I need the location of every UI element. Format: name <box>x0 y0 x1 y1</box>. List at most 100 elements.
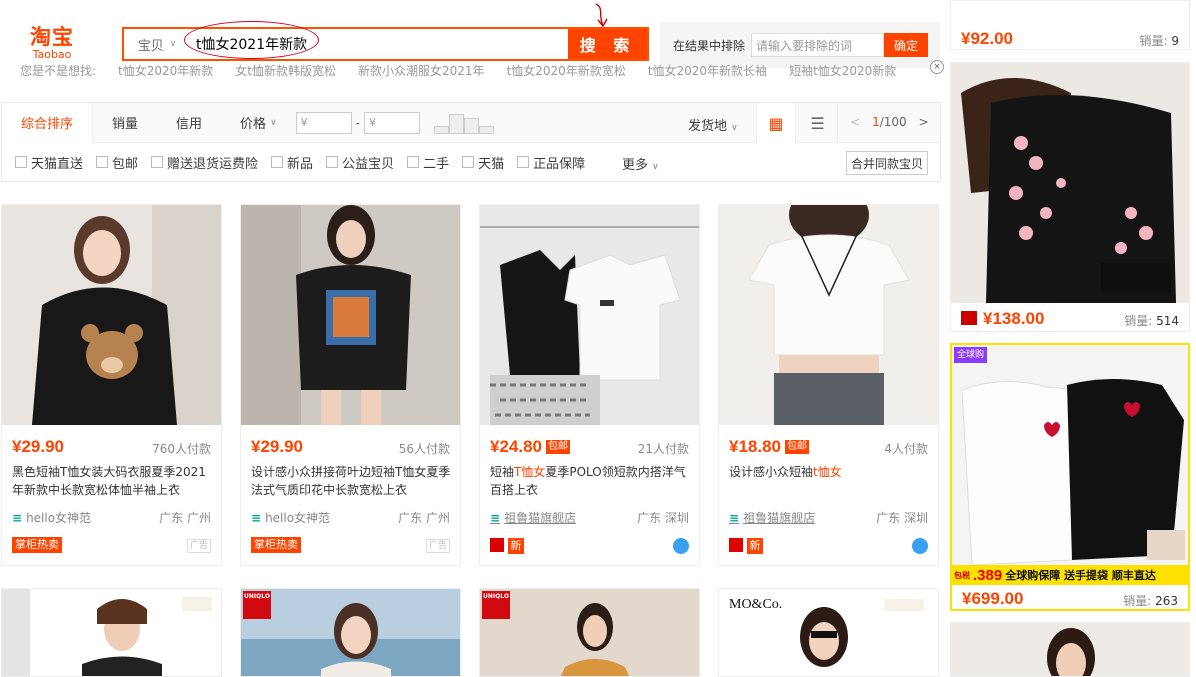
close-icon[interactable]: × <box>930 60 944 74</box>
suggestion-link[interactable]: t恤女2020年新款宽松 <box>507 65 626 78</box>
exclude-confirm-button[interactable]: 确定 <box>884 33 929 57</box>
sidebar-product[interactable]: ¥92.00 销量: 9 <box>950 0 1190 50</box>
shop-link[interactable]: ≡ 祖鲁猫旗舰店 <box>490 509 576 526</box>
filter-checkbox[interactable]: 二手 <box>407 153 449 172</box>
list-view-icon[interactable]: ☰ <box>798 103 838 143</box>
sidebar-product-image[interactable] <box>951 63 1189 303</box>
more-filters-dropdown[interactable]: 更多 ∨ <box>622 154 659 173</box>
sort-tab-price[interactable]: 价格 ∨ <box>221 103 296 143</box>
product-card[interactable]: MO&Co. <box>718 588 939 677</box>
checkbox-icon <box>517 156 530 168</box>
product-title[interactable]: 设计感小众拼接荷叶边短袖T恤女夏季法式气质印花中长款宽松上衣 <box>251 463 451 499</box>
product-card[interactable]: UNIQLO <box>240 588 461 677</box>
filter-checkbox[interactable]: 新品 <box>271 153 313 172</box>
prev-page-icon[interactable]: < <box>850 115 860 129</box>
filter-checkbox[interactable]: 赠送退货运费险 <box>151 153 258 172</box>
page-current: 1 <box>872 115 880 129</box>
shop-name: hello女神范 <box>26 511 92 525</box>
search-button[interactable]: 搜 索 <box>568 29 647 59</box>
wangwang-chat-icon[interactable] <box>673 538 689 554</box>
price-range-histogram-icon <box>434 112 494 134</box>
next-page-icon[interactable]: > <box>919 115 929 129</box>
filter-checkbox[interactable]: 正品保障 <box>517 153 585 172</box>
sidebar-product[interactable]: 全球购 包税 .389 全球购保障 送手提袋 顺丰直达 ¥699.00 销量: … <box>950 343 1190 611</box>
product-location: 广东 深圳 <box>876 511 928 525</box>
title-highlight: T恤女 <box>514 465 546 479</box>
shop-link[interactable]: ≡ hello女神范 <box>12 509 91 526</box>
filter-checkbox[interactable]: 公益宝贝 <box>326 153 394 172</box>
filter-checkbox[interactable]: 天猫直送 <box>15 153 83 172</box>
suggestion-link[interactable]: 女t恤新款韩版宽松 <box>235 65 336 78</box>
filter-label: 天猫直送 <box>31 156 84 172</box>
sidebar-sold: 销量: 514 <box>1124 312 1179 329</box>
product-card[interactable]: ¥18.80 包邮 4人付款 设计感小众短袖t恤女 ≡ 祖鲁猫旗舰店 广东 深圳 新 <box>718 204 939 566</box>
filter-label: 二手 <box>423 156 450 172</box>
product-title[interactable]: 黑色短袖T恤女装大码衣服夏季2021年新款中长款宽松体恤半袖上衣 <box>12 463 212 499</box>
sort-tab-sales[interactable]: 销量 <box>93 103 157 143</box>
banner-text: 全球购保障 送手提袋 顺丰直达 <box>1005 569 1156 582</box>
promo-banner: 包税 .389 全球购保障 送手提袋 顺丰直达 <box>952 565 1188 585</box>
shop-link[interactable]: ≡ hello女神范 <box>251 509 330 526</box>
product-card[interactable] <box>1 588 222 677</box>
product-image[interactable] <box>719 205 938 425</box>
suggestion-link[interactable]: t恤女2020年新款长袖 <box>648 65 767 78</box>
brand-logo: UNIQLO <box>244 593 270 600</box>
price-max-input[interactable]: ¥ <box>364 111 420 134</box>
wangwang-chat-icon[interactable] <box>912 538 928 554</box>
filter-label: 天猫 <box>478 156 505 172</box>
shop-link[interactable]: ≡ 祖鲁猫旗舰店 <box>729 509 815 526</box>
product-sold-count: 4人付款 <box>884 442 928 456</box>
product-image[interactable] <box>241 589 461 677</box>
sort-tab-credit[interactable]: 信用 <box>157 103 221 143</box>
sidebar-product[interactable] <box>950 622 1190 677</box>
product-card[interactable]: ¥29.90 56人付款 设计感小众拼接荷叶边短袖T恤女夏季法式气质印花中长款宽… <box>240 204 461 566</box>
annotation-arrow-icon <box>595 3 608 28</box>
product-image[interactable] <box>480 589 700 677</box>
price-min-input[interactable]: ¥ <box>295 111 352 134</box>
sidebar-product[interactable]: ¥138.00 销量: 514 <box>950 62 1190 332</box>
suggestion-link[interactable]: 新款小众潮服女2021年 <box>358 65 485 78</box>
product-image[interactable] <box>480 205 699 425</box>
product-title[interactable]: 设计感小众短袖t恤女 <box>729 463 929 481</box>
shop-icon: ≡ <box>729 510 740 525</box>
ship-from-dropdown[interactable]: 发货地 ∨ <box>688 115 738 134</box>
checkbox-icon <box>462 156 475 168</box>
taobao-logo[interactable]: 淘宝 Taobao <box>22 25 82 61</box>
sort-tab-default[interactable]: 综合排序 <box>2 102 94 143</box>
product-image[interactable] <box>241 205 460 425</box>
filter-label: 正品保障 <box>533 156 586 172</box>
filter-checkbox[interactable]: 包邮 <box>96 153 138 172</box>
sidebar-product-image[interactable] <box>951 623 1189 677</box>
search-input[interactable]: t恤女2021年新款 <box>184 21 568 59</box>
tmall-icon <box>490 538 504 552</box>
checkbox-icon <box>96 156 109 168</box>
shop-icon: ≡ <box>490 510 501 525</box>
tag-label: 全球购 <box>957 350 985 360</box>
product-price: ¥18.80 <box>729 437 781 456</box>
shop-name: hello女神范 <box>265 511 331 525</box>
product-image[interactable] <box>2 205 221 425</box>
product-card[interactable]: ¥29.90 760人付款 黑色短袖T恤女装大码衣服夏季2021年新款中长款宽松… <box>1 204 222 566</box>
product-sold-count: 56人付款 <box>398 442 450 456</box>
sidebar-product-image[interactable] <box>952 345 1188 585</box>
filter-checkbox[interactable]: 天猫 <box>462 153 504 172</box>
grid-view-icon[interactable]: ▦ <box>756 103 796 143</box>
exclude-input[interactable]: 请输入要排除的词 <box>751 33 885 57</box>
product-title[interactable]: 短袖T恤女夏季POLO领短款内搭洋气百搭上衣 <box>490 463 690 499</box>
product-image[interactable] <box>2 589 222 677</box>
sold-label: 销量: <box>1123 594 1152 608</box>
suggestion-link[interactable]: 短袖t恤女2020新款 <box>789 65 896 78</box>
product-card[interactable]: UNIQLO <box>479 588 700 677</box>
global-purchase-tag: 全球购 <box>954 347 988 363</box>
suggestion-link[interactable]: t恤女2020年新款 <box>118 65 213 78</box>
page-total: /100 <box>879 115 907 129</box>
search-category-select[interactable]: 宝贝 ∨ <box>124 29 190 59</box>
brand-logo: UNIQLO <box>483 593 509 600</box>
product-card[interactable]: ¥24.80 包邮 21人付款 短袖T恤女夏季POLO领短款内搭洋气百搭上衣 ≡ 祖… <box>479 204 700 566</box>
merge-same-items-button[interactable]: 合并同款宝贝 <box>846 151 928 175</box>
filter-label: 公益宝贝 <box>342 156 395 172</box>
hot-seller-badge: 掌柜热卖 <box>12 537 62 553</box>
sidebar-price: ¥138.00 <box>983 309 1045 328</box>
free-shipping-badge: 包邮 <box>546 440 570 454</box>
product-location: 广东 广州 <box>159 511 211 525</box>
